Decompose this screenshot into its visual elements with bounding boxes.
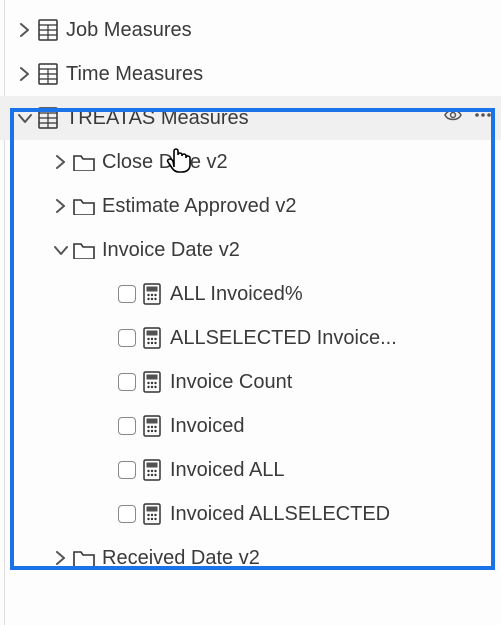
visibility-checkbox[interactable] (114, 505, 140, 523)
tree-item-label: Received Date v2 (102, 547, 501, 570)
chevron-right-icon[interactable] (50, 155, 72, 169)
table-icon (36, 19, 60, 41)
calculator-icon (140, 327, 164, 349)
chevron-down-icon[interactable] (50, 243, 72, 257)
calculator-icon (140, 503, 164, 525)
tree-item-label: Time Measures (66, 63, 501, 86)
tree-item-treatas-measures[interactable]: TREATAS Measures (0, 96, 501, 140)
calculator-icon (140, 415, 164, 437)
calculator-icon (140, 283, 164, 305)
tree-folder-close-date[interactable]: Close Date v2 (0, 140, 501, 184)
tree-measure-item[interactable]: Invoiced ALL (0, 448, 501, 492)
calculator-icon (140, 371, 164, 393)
measure-label: Invoiced ALLSELECTED (170, 503, 501, 526)
measure-label: Invoiced (170, 415, 501, 438)
tree-folder-invoice-date[interactable]: Invoice Date v2 (0, 228, 501, 272)
tree-measure-item[interactable]: ALL Invoiced% (0, 272, 501, 316)
tree-folder-received-date[interactable]: Received Date v2 (0, 536, 501, 580)
panel-left-divider (4, 0, 5, 625)
chevron-down-icon[interactable] (14, 111, 36, 125)
measure-label: Invoiced ALL (170, 459, 501, 482)
tree-measure-item[interactable]: Invoiced ALLSELECTED (0, 492, 501, 536)
folder-icon (72, 549, 96, 567)
tree-item-job-measures[interactable]: Job Measures (0, 8, 501, 52)
tree-item-label: Job Measures (66, 19, 501, 42)
tree-item-label: TREATAS Measures (66, 107, 501, 130)
fields-tree: Job Measures Time Measures TREATAS Measu… (0, 0, 501, 580)
visibility-icon[interactable] (443, 105, 463, 131)
chevron-right-icon[interactable] (14, 67, 36, 81)
chevron-right-icon[interactable] (50, 199, 72, 213)
measure-label: ALL Invoiced% (170, 283, 501, 306)
tree-item-label: Close Date v2 (102, 151, 501, 174)
measure-label: ALLSELECTED Invoice... (170, 327, 501, 350)
tree-measure-item[interactable]: Invoice Count (0, 360, 501, 404)
chevron-right-icon[interactable] (50, 551, 72, 565)
visibility-checkbox[interactable] (114, 285, 140, 303)
table-icon (36, 107, 60, 129)
tree-item-label: Invoice Date v2 (102, 239, 501, 262)
measure-label: Invoice Count (170, 371, 501, 394)
tree-folder-estimate-approved[interactable]: Estimate Approved v2 (0, 184, 501, 228)
visibility-checkbox[interactable] (114, 417, 140, 435)
visibility-checkbox[interactable] (114, 461, 140, 479)
table-icon (36, 63, 60, 85)
folder-icon (72, 241, 96, 259)
calculator-icon (140, 459, 164, 481)
chevron-right-icon[interactable] (14, 23, 36, 37)
visibility-checkbox[interactable] (114, 373, 140, 391)
folder-icon (72, 197, 96, 215)
tree-item-time-measures[interactable]: Time Measures (0, 52, 501, 96)
folder-icon (72, 153, 96, 171)
more-options-icon[interactable] (473, 105, 493, 131)
tree-measure-item[interactable]: ALLSELECTED Invoice... (0, 316, 501, 360)
tree-measure-item[interactable]: Invoiced (0, 404, 501, 448)
visibility-checkbox[interactable] (114, 329, 140, 347)
tree-item-label: Estimate Approved v2 (102, 195, 501, 218)
